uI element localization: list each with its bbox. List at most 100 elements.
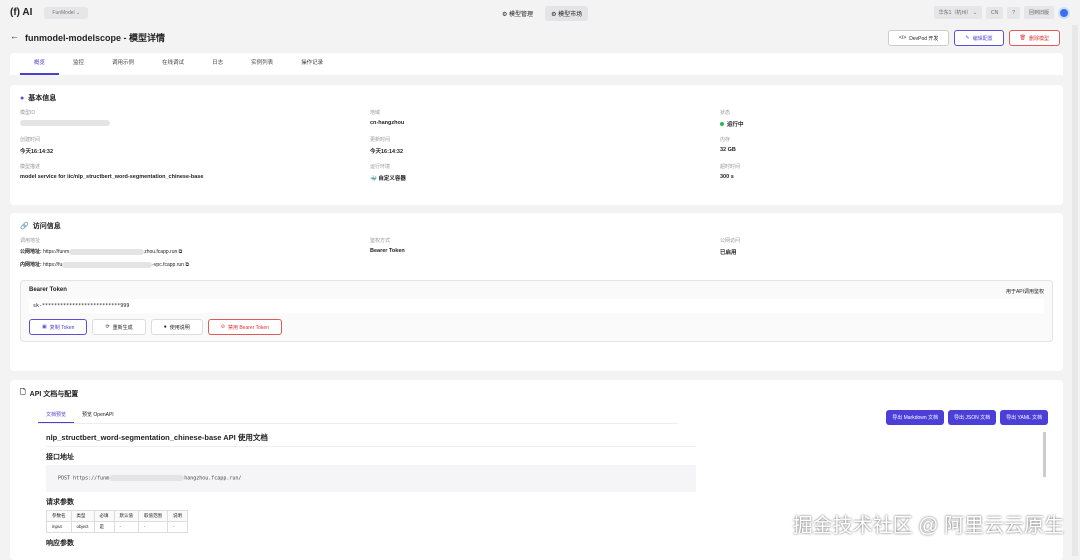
endpoint-code: POST https://funm hangzhou.fcapp.run/ <box>46 465 696 492</box>
field-label: 更新时间 <box>370 137 391 143</box>
watermark: 掘金技术社区 @ 阿里云云原生 <box>792 515 1064 537</box>
region-label: 华东1（杭州） <box>938 10 972 16</box>
button-label: 复制 Token <box>49 324 75 331</box>
doc-heading: 接口地址 <box>46 454 74 461</box>
field-label: 调用地址 <box>20 238 41 244</box>
col-header: 类型 <box>70 509 95 522</box>
cell: - <box>167 520 189 533</box>
workspace-select[interactable]: FunModel ⌄ <box>44 6 89 19</box>
token-title: Bearer Token <box>29 287 67 293</box>
avatar[interactable] <box>1058 6 1070 19</box>
devpod-button[interactable]: </> DevPod 开发 <box>887 30 950 46</box>
refresh-icon: ⟳ <box>105 324 110 330</box>
tab-instances[interactable]: 实例列表 <box>237 53 287 75</box>
nav-model-market[interactable]: ⚙ 模型市场 <box>545 6 589 21</box>
tab-monitor[interactable]: 监控 <box>59 53 98 75</box>
endpoint-start: POST https://funm <box>58 475 110 482</box>
export-yaml-button[interactable]: 导出 YAML 文档 <box>1000 410 1048 425</box>
nav-model-management[interactable]: ⚙ 模型管理 <box>496 6 539 21</box>
edit-config-button[interactable]: ✎ 编辑配置 <box>954 30 1004 46</box>
nav-label: 模型市场 <box>558 12 583 18</box>
field-label: 创建时间 <box>20 137 41 143</box>
col-header: 默认值 <box>113 509 140 522</box>
cell: - <box>113 520 140 533</box>
copy-icon[interactable]: ⧉ <box>185 262 189 268</box>
disable-token-button[interactable]: ⊘ 禁用 Bearer Token <box>207 319 282 335</box>
tab-examples[interactable]: 调用示例 <box>98 53 148 75</box>
code-icon: </> <box>898 35 907 41</box>
field-value: cn-hangzhou <box>370 120 405 126</box>
public-url-label: 公网地址: <box>20 249 42 255</box>
access-info-card: 🔗 访问信息 调用地址 公网地址: https://funm zhou.fcapp.… <box>10 213 1063 371</box>
delete-label: 删除模型 <box>1028 35 1049 42</box>
col-header: 说明 <box>167 509 189 522</box>
help-button[interactable]: ? <box>1007 6 1020 19</box>
page-scrollbar[interactable] <box>1072 25 1078 556</box>
section-title: 访问信息 <box>32 223 61 230</box>
cell: object <box>70 520 95 533</box>
field-label: 公网访问 <box>720 238 741 244</box>
public-url-end: zhou.fcapp.run <box>144 249 178 255</box>
language-button[interactable]: CN <box>985 6 1004 19</box>
private-url-end: -vpc.fcapp.run <box>152 262 184 268</box>
field-label: 鉴权方式 <box>370 238 391 244</box>
tab-debug[interactable]: 在线调试 <box>148 53 198 75</box>
field-label: 内存 <box>720 137 731 143</box>
logo: (f) AI <box>10 7 33 18</box>
field-label: 运行环境 <box>370 164 391 170</box>
docker-icon: 🐳 <box>370 176 377 182</box>
field-label: 模型ID <box>20 110 36 116</box>
field-label: 模型描述 <box>20 164 41 170</box>
tab-openapi-preview[interactable]: 预览 OpenAPI <box>74 407 122 423</box>
delete-model-button[interactable]: 🗑 删除模型 <box>1008 30 1060 46</box>
edit-icon: ✎ <box>965 35 970 41</box>
tab-operations[interactable]: 操作记录 <box>287 53 337 75</box>
copy-icon[interactable]: ⧉ <box>179 249 183 255</box>
redacted <box>109 475 185 481</box>
usage-button[interactable]: ● 使用说明 <box>150 319 203 335</box>
col-header: 必填 <box>93 509 115 522</box>
copy-token-button[interactable]: ▣ 复制 Token <box>29 319 88 335</box>
token-value[interactable]: sk-**************************999 <box>29 299 1044 313</box>
ban-icon: ⊘ <box>220 324 225 330</box>
model-id-redacted <box>20 120 110 126</box>
region-select[interactable]: 华东1（杭州） ⌄ <box>933 6 982 19</box>
edit-label: 编辑配置 <box>972 35 993 42</box>
back-icon[interactable]: ← <box>10 31 19 44</box>
endpoint-end: hangzhou.fcapp.run/ <box>184 475 242 482</box>
copy-icon: ▣ <box>42 324 47 330</box>
field-label: 超时时间 <box>720 164 741 170</box>
field-value: 今天16:14:32 <box>20 149 54 155</box>
doc-scrollbar[interactable] <box>1043 432 1046 477</box>
devpod-label: DevPod 开发 <box>909 35 939 42</box>
field-value: 今天16:14:32 <box>370 149 404 155</box>
table-row: input object 是 - - - <box>46 520 189 533</box>
private-url-label: 内网地址: <box>20 262 42 268</box>
field-value: 已启用 <box>720 250 737 256</box>
doc-title: nlp_structbert_word-segmentation_chinese… <box>46 432 696 447</box>
old-version-button[interactable]: 回到旧版 <box>1023 6 1054 19</box>
request-params-table: 参数名 类型 必填 默认值 取值范围 说明 input object 是 - - - <box>46 509 189 533</box>
info-icon: ● <box>20 94 25 102</box>
section-title: API 文档与配置 <box>29 390 79 398</box>
status-badge: 运行中 <box>727 122 744 128</box>
basic-info-card: ● 基本信息 模型ID 地域 cn-hangzhou 状态 运行中 创建时间 今天16:… <box>10 85 1063 205</box>
button-label: 重新生成 <box>112 324 133 331</box>
tab-doc-preview[interactable]: 文档预览 <box>38 407 75 423</box>
tab-logs[interactable]: 日志 <box>198 53 237 75</box>
export-markdown-button[interactable]: 导出 Markdown 文档 <box>886 410 945 425</box>
doc-heading: 响应参数 <box>46 539 74 547</box>
workspace-label: FunModel <box>52 9 75 16</box>
field-value: model service for iic/nlp_structbert_wor… <box>20 174 204 180</box>
cell: input <box>46 520 72 533</box>
tab-overview[interactable]: 概览 <box>20 53 60 75</box>
nav-label: 模型管理 <box>509 12 534 18</box>
export-json-button[interactable]: 导出 JSON 文档 <box>948 410 997 425</box>
regenerate-button[interactable]: ⟳ 重新生成 <box>92 319 146 335</box>
document-icon: 🗋 <box>20 389 26 396</box>
col-header: 参数名 <box>46 509 72 522</box>
cell: - <box>138 520 169 533</box>
field-value: 自定义容器 <box>378 176 406 182</box>
redacted <box>69 248 145 255</box>
button-label: 使用说明 <box>169 324 190 331</box>
